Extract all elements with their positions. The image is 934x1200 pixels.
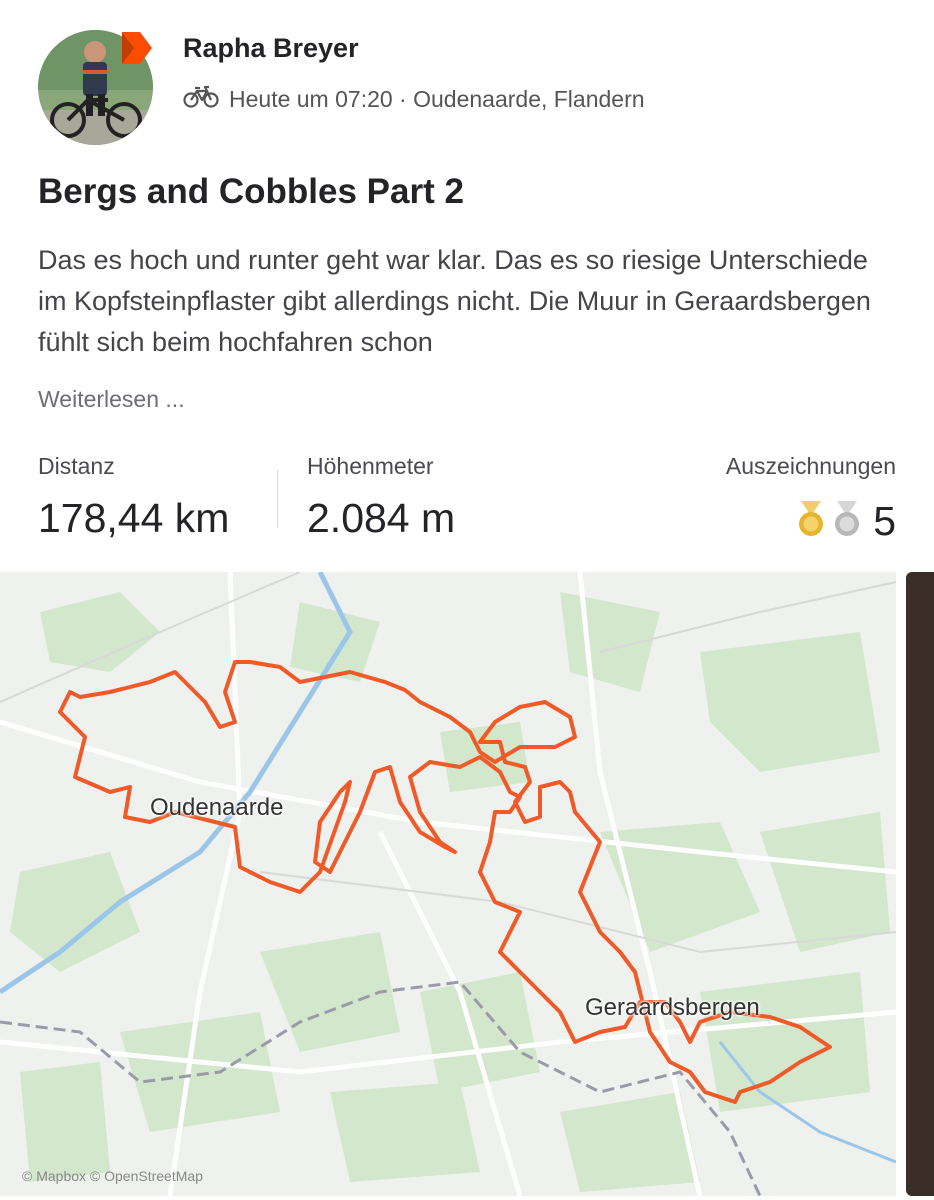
activity-description: Das es hoch und runter geht war klar. Da… bbox=[38, 245, 871, 357]
map-attribution[interactable]: © Mapbox © OpenStreetMap bbox=[22, 1168, 203, 1184]
awards-label: Auszeichnungen bbox=[725, 453, 896, 479]
subscriber-badge-icon bbox=[118, 28, 156, 68]
awards-summary[interactable]: 5 bbox=[795, 498, 896, 545]
awards-count: 5 bbox=[873, 498, 896, 544]
next-photo-preview[interactable] bbox=[906, 572, 934, 1196]
silver-medal-icon bbox=[831, 499, 863, 544]
activity-meta: Heute um 07:20 · Oudenaarde, Flandern bbox=[183, 84, 645, 114]
read-more-link[interactable]: Weiterlesen ... bbox=[38, 386, 185, 413]
route-map[interactable]: Oudenaarde Geraardsbergen bbox=[0, 572, 896, 1196]
gold-medal-icon bbox=[795, 499, 827, 544]
stats-divider bbox=[277, 470, 278, 528]
distance-value: 178,44 km bbox=[38, 495, 230, 541]
elevation-label: Höhenmeter bbox=[307, 453, 434, 479]
athlete-name[interactable]: Rapha Breyer bbox=[183, 33, 359, 64]
distance-label: Distanz bbox=[38, 453, 115, 479]
map-label-oudenaarde: Oudenaarde bbox=[150, 794, 284, 821]
activity-title[interactable]: Bergs and Cobbles Part 2 bbox=[38, 172, 464, 212]
activity-time-location: Heute um 07:20 · Oudenaarde, Flandern bbox=[229, 85, 645, 112]
elevation-value: 2.084 m bbox=[307, 495, 456, 541]
map-label-geraardsbergen: Geraardsbergen bbox=[585, 994, 760, 1021]
bike-icon bbox=[183, 84, 219, 114]
